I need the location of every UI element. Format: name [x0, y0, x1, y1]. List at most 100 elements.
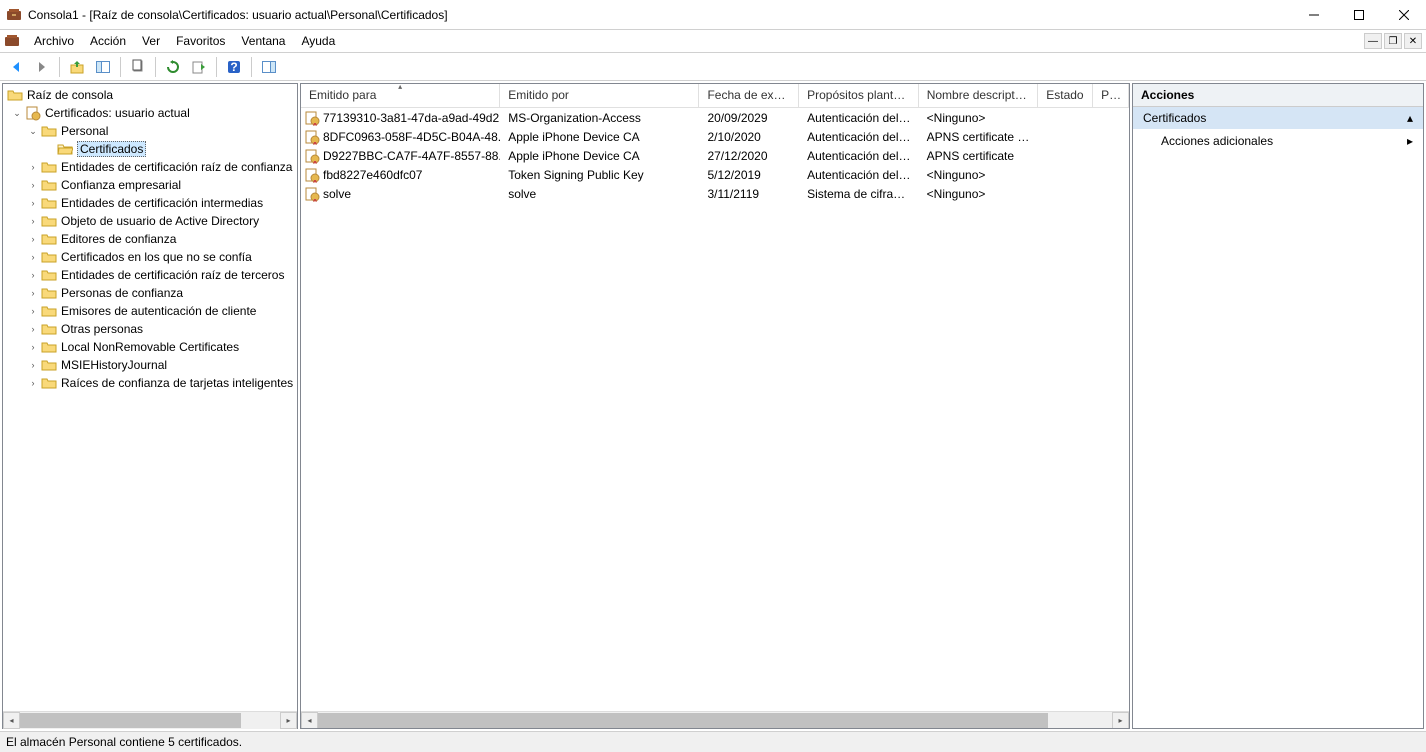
- certificate-row[interactable]: D9227BBC-CA7F-4A7F-8557-88...Apple iPhon…: [301, 146, 1129, 165]
- col-status[interactable]: Estado: [1038, 84, 1093, 107]
- status-text: El almacén Personal contiene 5 certifica…: [6, 735, 242, 749]
- tree-personal[interactable]: ⌄ Personal: [3, 122, 297, 140]
- tree-folder[interactable]: › Objeto de usuario de Active Directory: [3, 212, 297, 230]
- tree-folder[interactable]: › Entidades de certificación raíz de conf…: [3, 158, 297, 176]
- menu-favoritos[interactable]: Favoritos: [168, 32, 233, 50]
- up-button[interactable]: [65, 55, 89, 79]
- folder-icon: [41, 339, 57, 355]
- cell-status: [1038, 193, 1093, 195]
- folder-open-icon: [57, 141, 73, 157]
- tree-hscrollbar[interactable]: ◂ ▸: [3, 711, 297, 728]
- col-purpose[interactable]: Propósitos plantea...: [799, 84, 919, 107]
- cell-status: [1038, 174, 1093, 176]
- scroll-right-icon[interactable]: ▸: [1112, 712, 1129, 729]
- tree-folder[interactable]: ›Raíces de confianza de tarjetas intelig…: [3, 374, 297, 392]
- tree-folder[interactable]: ›Certificados en los que no se confía: [3, 248, 297, 266]
- back-button[interactable]: [4, 55, 28, 79]
- maximize-button[interactable]: [1336, 0, 1381, 29]
- list-body[interactable]: 77139310-3a81-47da-a9ad-49d2...MS-Organi…: [301, 108, 1129, 711]
- tree-folder-label: Objeto de usuario de Active Directory: [61, 214, 259, 228]
- window-controls: [1291, 0, 1426, 29]
- expand-icon[interactable]: ›: [27, 233, 39, 245]
- expand-icon[interactable]: ›: [27, 269, 39, 281]
- menu-bar: Archivo Acción Ver Favoritos Ventana Ayu…: [0, 30, 1426, 53]
- folder-icon: [41, 177, 57, 193]
- tree-folder[interactable]: ›Editores de confianza: [3, 230, 297, 248]
- menu-ver[interactable]: Ver: [134, 32, 168, 50]
- col-issued-to[interactable]: Emitido para▴: [301, 84, 500, 107]
- expand-icon[interactable]: ›: [27, 323, 39, 335]
- expand-icon[interactable]: ›: [27, 179, 39, 191]
- mdi-restore-button[interactable]: ❐: [1384, 33, 1402, 49]
- scroll-left-icon[interactable]: ◂: [301, 712, 318, 729]
- scroll-right-icon[interactable]: ▸: [280, 712, 297, 729]
- cell-status: [1038, 155, 1093, 157]
- actions-additional[interactable]: Acciones adicionales ▸: [1133, 129, 1423, 153]
- list-hscrollbar[interactable]: ◂ ▸: [301, 711, 1129, 728]
- col-expiry[interactable]: Fecha de expir...: [699, 84, 799, 107]
- cell-issued-by: Apple iPhone Device CA: [500, 148, 699, 164]
- tree-folder[interactable]: ›Otras personas: [3, 320, 297, 338]
- certificate-row[interactable]: solvesolve3/11/2119Sistema de cifrado ..…: [301, 184, 1129, 203]
- expand-icon[interactable]: ›: [27, 251, 39, 263]
- cell-status: [1038, 117, 1093, 119]
- minimize-button[interactable]: [1291, 0, 1336, 29]
- menu-ayuda[interactable]: Ayuda: [293, 32, 343, 50]
- certificate-row[interactable]: fbd8227e460dfc07Token Signing Public Key…: [301, 165, 1129, 184]
- folder-icon: [41, 213, 57, 229]
- collapse-icon[interactable]: ⌄: [11, 107, 23, 119]
- menu-archivo[interactable]: Archivo: [26, 32, 82, 50]
- show-hide-action-pane-button[interactable]: [257, 55, 281, 79]
- tree-folder[interactable]: ›Local NonRemovable Certificates: [3, 338, 297, 356]
- tree-folder-label: Emisores de autenticación de cliente: [61, 304, 256, 318]
- refresh-button[interactable]: [161, 55, 185, 79]
- forward-button[interactable]: [30, 55, 54, 79]
- scroll-left-icon[interactable]: ◂: [3, 712, 20, 729]
- tree-certificados[interactable]: Certificados: [3, 140, 297, 158]
- col-issued-by[interactable]: Emitido por: [500, 84, 699, 107]
- collapse-icon[interactable]: ⌄: [27, 125, 39, 137]
- col-template[interactable]: Plan: [1093, 84, 1129, 107]
- expand-icon[interactable]: ›: [27, 197, 39, 209]
- expand-icon[interactable]: ›: [27, 161, 39, 173]
- actions-group-certificados[interactable]: Certificados ▴: [1133, 107, 1423, 129]
- expand-icon[interactable]: ›: [27, 305, 39, 317]
- show-hide-tree-button[interactable]: [91, 55, 115, 79]
- certificate-row[interactable]: 77139310-3a81-47da-a9ad-49d2...MS-Organi…: [301, 108, 1129, 127]
- tree-root[interactable]: Raíz de consola: [3, 86, 297, 104]
- expand-icon[interactable]: ›: [27, 215, 39, 227]
- mmc-icon: [6, 7, 22, 23]
- actions-item-label: Acciones adicionales: [1161, 134, 1273, 148]
- tree-cert-store[interactable]: ⌄ Certificados: usuario actual: [3, 104, 297, 122]
- export-button[interactable]: [187, 55, 211, 79]
- menu-ventana[interactable]: Ventana: [233, 32, 293, 50]
- cell-issued-by: MS-Organization-Access: [500, 110, 699, 126]
- tree-folder[interactable]: ›Entidades de certificación raíz de terc…: [3, 266, 297, 284]
- tree-folder[interactable]: ›Entidades de certificación intermedias: [3, 194, 297, 212]
- cell-purpose: Autenticación del c...: [799, 167, 919, 183]
- mdi-close-button[interactable]: ✕: [1404, 33, 1422, 49]
- cell-purpose: Autenticación del c...: [799, 110, 919, 126]
- tree-folder[interactable]: › Emisores de autenticación de cliente: [3, 302, 297, 320]
- col-friendly[interactable]: Nombre descriptivo: [919, 84, 1039, 107]
- tree-folder[interactable]: ›Personas de confianza: [3, 284, 297, 302]
- cell-friendly: <Ninguno>: [919, 186, 1039, 202]
- tree-folder-label: Entidades de certificación raíz de confi…: [61, 160, 292, 174]
- close-button[interactable]: [1381, 0, 1426, 29]
- expand-icon[interactable]: ›: [27, 287, 39, 299]
- mdi-minimize-button[interactable]: —: [1364, 33, 1382, 49]
- menu-accion[interactable]: Acción: [82, 32, 134, 50]
- folder-icon: [41, 375, 57, 391]
- certificate-icon: [305, 148, 321, 164]
- expand-icon[interactable]: ›: [27, 341, 39, 353]
- tree-folder[interactable]: ›MSIEHistoryJournal: [3, 356, 297, 374]
- certificate-row[interactable]: 8DFC0963-058F-4D5C-B04A-48...Apple iPhon…: [301, 127, 1129, 146]
- expand-icon[interactable]: ›: [27, 359, 39, 371]
- help-button[interactable]: ?: [222, 55, 246, 79]
- tree-folder[interactable]: ›Confianza empresarial: [3, 176, 297, 194]
- expand-icon[interactable]: ›: [27, 377, 39, 389]
- chevron-right-icon: ▸: [1407, 134, 1413, 148]
- cell-expiry: 3/11/2119: [699, 186, 799, 202]
- cut-button[interactable]: [126, 55, 150, 79]
- tree-view[interactable]: Raíz de consola ⌄ Certificados: usuario …: [3, 84, 297, 711]
